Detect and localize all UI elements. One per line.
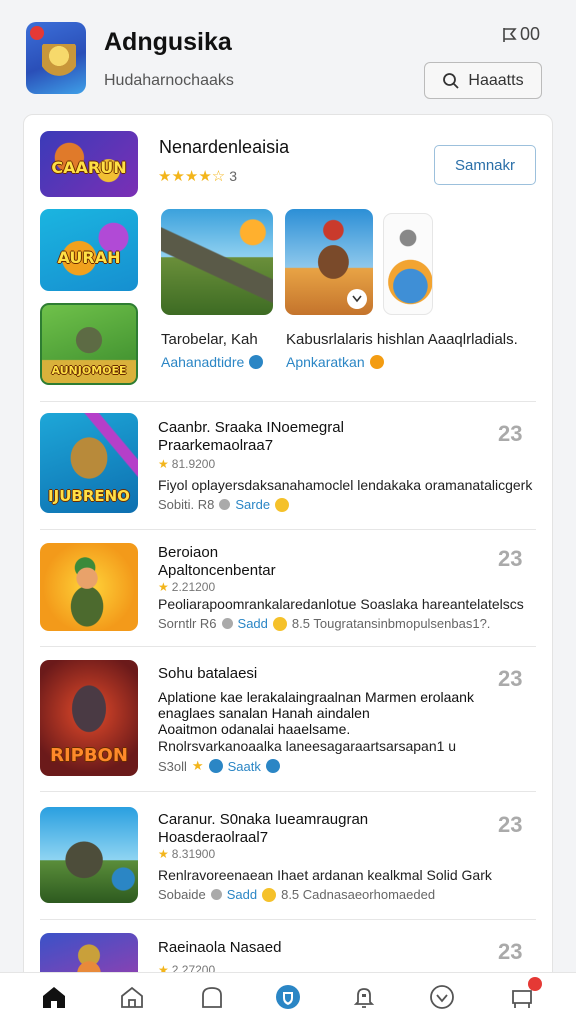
app-icon-figure	[42, 44, 76, 84]
gallery-thumb-a[interactable]: AURAH	[40, 209, 138, 291]
coin-icon	[262, 887, 277, 902]
cart-badge	[528, 977, 542, 991]
bell-icon	[353, 988, 375, 1008]
list-item-title[interactable]: Caanbr. Sraaka INoemegral Praarkemaolraa…	[158, 419, 344, 455]
gallery-thumb-b[interactable]: AUNJOMOEE	[40, 303, 138, 385]
list-item-count[interactable]: 23	[498, 939, 522, 965]
info-icon	[265, 759, 280, 773]
screenshot-2-link-label: Apnkaratkan	[286, 354, 365, 370]
list-item-link[interactable]: Saatk	[228, 759, 261, 774]
list-item-meta: Sobaide Sadd 8.5 Cadnasaeorhomaeded	[158, 887, 436, 902]
list-item-title[interactable]: Beroiaon Apaltoncenbentar	[158, 544, 276, 580]
list-item-meta: Sobiti. R8 Sarde	[158, 497, 290, 512]
list-item-meta: Sorntlr R6 Sadd 8.5 Tougratansinbmopulse…	[158, 616, 491, 631]
divider	[40, 791, 536, 792]
app-title: Adngusika	[104, 28, 232, 56]
screenshot-2[interactable]	[285, 209, 373, 315]
featured-thumb-label: CAARUN	[51, 158, 127, 177]
list-item-link[interactable]: Sarde	[235, 497, 270, 512]
screenshot-2-caption: Kabusrlalaris hishlan Aaaqlrladials.	[286, 331, 518, 348]
verified-icon	[249, 355, 264, 369]
list-item-description: Renlravoreenaean Ihaet ardanan kealkmal …	[158, 867, 492, 883]
search-icon	[443, 72, 460, 89]
list-item-rating: ★ 81.9200	[158, 457, 216, 471]
flag-icon	[503, 27, 517, 42]
list-item-description: Peoliarapoomrankalaredanlotue Soaslaka h…	[158, 596, 524, 612]
coin-icon	[369, 355, 384, 369]
featured-action-button[interactable]: Samnakr	[434, 145, 536, 185]
list-item-count[interactable]: 23	[498, 812, 522, 838]
nav-cart[interactable]	[506, 977, 542, 1013]
list-item-thumb[interactable]	[40, 807, 138, 903]
screenshot-1-link[interactable]: Aahanadtidre	[161, 354, 264, 370]
list-item-title[interactable]: Sohu batalaesi Aplatione kae lerakalaing…	[158, 665, 474, 737]
search-button[interactable]: Haaatts	[424, 62, 542, 99]
chat-icon	[210, 889, 222, 900]
list-item-description: Fiyol oplayersdaksanahamoclel lendakaka …	[158, 477, 533, 493]
screenshot-1-link-label: Aahanadtidre	[161, 354, 245, 370]
nav-notifications[interactable]	[348, 981, 380, 1013]
bottom-navigation	[0, 972, 576, 1024]
list-item-thumb[interactable]: RIPBON	[40, 660, 138, 776]
verified-icon	[208, 759, 223, 773]
screenshot-3[interactable]	[383, 213, 433, 315]
app-subtitle: Hudaharnochaaks	[104, 72, 234, 89]
featured-rating: ★★★★☆ 3	[158, 167, 237, 185]
nav-home[interactable]	[38, 981, 70, 1013]
list-item-link[interactable]: Sadd	[238, 616, 268, 631]
list-item-link[interactable]: Sadd	[227, 887, 257, 902]
list-item-description: Rnolrsvarkanoaalka laneesagaraartsarsapa…	[158, 738, 457, 754]
flag-count: 00	[520, 24, 541, 44]
list-item-thumb-label: RIPBON	[50, 745, 128, 766]
chat-icon	[219, 499, 231, 510]
star-icon: ★	[191, 758, 204, 773]
featured-title: Nenardenleaisia	[159, 137, 290, 157]
list-item-title[interactable]: Raeinaola Nasaed	[158, 939, 281, 957]
list-item-thumb[interactable]	[40, 543, 138, 631]
list-item-thumb-label: IJUBRENO	[48, 487, 130, 505]
divider	[40, 401, 536, 402]
list-item-meta: S3oll ★ Saatk	[158, 758, 280, 774]
search-button-label: Haaatts	[468, 71, 524, 89]
list-item-count[interactable]: 23	[498, 546, 522, 572]
screenshot-1[interactable]	[161, 209, 273, 315]
list-item-count[interactable]: 23	[498, 666, 522, 692]
app-icon-badge	[30, 26, 44, 40]
rating-value: 3	[229, 168, 238, 184]
shield-icon	[276, 985, 300, 1009]
list-item-title[interactable]: Caranur. S0naka Iueamraugran Hoasderaolr…	[158, 811, 368, 847]
main-card: CAARUN Nenardenleaisia ★★★★☆ 3 Samnakr AU…	[23, 114, 553, 994]
house-outline-icon	[121, 986, 143, 1008]
nav-explore[interactable]	[116, 981, 148, 1013]
smile-icon	[275, 497, 290, 512]
divider	[40, 646, 536, 647]
list-item-rating: ★ 2.21200	[158, 580, 216, 594]
nav-favorites[interactable]	[426, 981, 458, 1013]
expand-icon[interactable]	[347, 289, 367, 309]
coin-icon	[272, 616, 287, 631]
flag-indicator[interactable]: 00	[502, 24, 540, 45]
gallery-thumb-b-label: AUNJOMOEE	[51, 364, 127, 377]
chat-icon	[221, 618, 233, 629]
list-item-rating: ★ 8.31900	[158, 847, 216, 861]
app-header: Adngusika Hudaharnochaaks 00 Haaatts	[0, 0, 576, 112]
list-item-count[interactable]: 23	[498, 421, 522, 447]
bag-icon	[202, 987, 222, 1008]
app-icon[interactable]	[26, 22, 86, 94]
featured-thumb[interactable]: CAARUN	[40, 131, 138, 197]
screenshot-2-link[interactable]: Apnkaratkan	[286, 354, 384, 370]
gallery-thumb-a-label: AURAH	[57, 248, 121, 267]
nav-store[interactable]	[196, 981, 228, 1013]
screenshot-1-caption: Tarobelar, Kah	[161, 331, 258, 348]
home-icon	[43, 987, 65, 1008]
nav-shield[interactable]	[272, 981, 304, 1013]
list-item-thumb[interactable]: IJUBRENO	[40, 413, 138, 513]
heart-icon	[430, 985, 454, 1009]
divider	[40, 919, 536, 920]
divider	[40, 529, 536, 530]
rating-stars: ★★★★☆	[158, 168, 226, 185]
